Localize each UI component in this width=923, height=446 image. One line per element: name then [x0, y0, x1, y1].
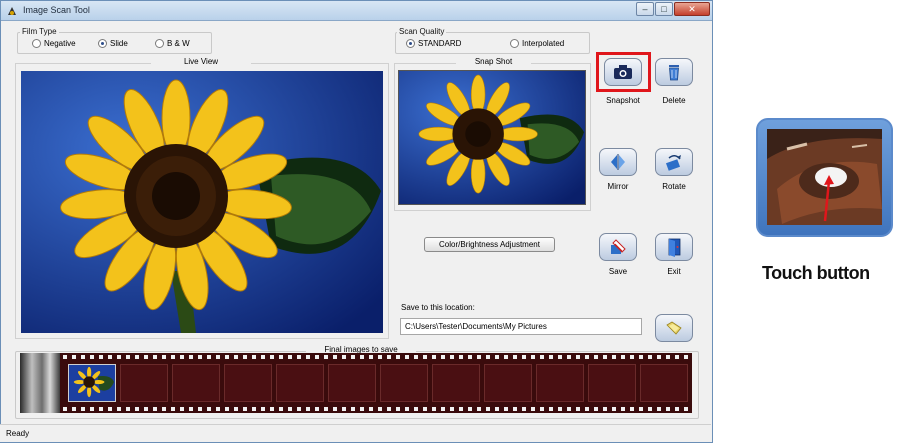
folder-icon [666, 321, 682, 335]
save-icon [611, 239, 626, 254]
save-button[interactable] [599, 233, 637, 261]
touch-button-photo [767, 129, 882, 225]
rotate-icon [665, 155, 681, 171]
film-frame-3[interactable] [172, 364, 220, 402]
mirror-label: Mirror [607, 182, 629, 191]
sunflower-thumbnail [399, 71, 585, 204]
camera-icon [614, 65, 632, 79]
rotate-label: Rotate [662, 182, 686, 191]
radio-label: Slide [110, 39, 128, 48]
delete-button[interactable] [655, 58, 693, 86]
scan-quality-standard-radio[interactable]: STANDARD [406, 39, 461, 48]
film-type-label: Film Type [20, 27, 59, 36]
rotate-button[interactable] [655, 148, 693, 176]
trash-icon [669, 65, 679, 81]
radio-indicator [32, 39, 41, 48]
film-frame-7[interactable] [380, 364, 428, 402]
film-type-negative-radio[interactable]: Negative [32, 39, 76, 48]
radio-label: B & W [167, 39, 190, 48]
film-strip [20, 353, 692, 413]
touch-button-caption: Touch button [762, 263, 870, 283]
snapshot-label: Snapshot [606, 96, 640, 105]
sprocket-holes-top [54, 355, 690, 359]
close-button[interactable]: ✕ [674, 2, 710, 16]
delete-label: Delete [662, 96, 686, 105]
radio-indicator [155, 39, 164, 48]
film-type-bw-radio[interactable]: B & W [155, 39, 190, 48]
sprocket-holes-bottom [54, 407, 690, 411]
color-brightness-button[interactable]: Color/Brightness Adjustment [424, 237, 555, 252]
touch-button-photo-frame [756, 118, 893, 237]
save-location-path[interactable]: C:\Users\Tester\Documents\My Pictures [400, 318, 642, 335]
snap-shot-label: Snap Shot [456, 57, 531, 66]
mirror-button[interactable] [599, 148, 637, 176]
radio-label: STANDARD [418, 39, 462, 48]
scan-quality-label: Scan Quality [397, 27, 447, 36]
browse-folder-button[interactable] [655, 314, 693, 342]
radio-label: Negative [44, 39, 76, 48]
film-frame-2[interactable] [120, 364, 168, 402]
film-frame-5[interactable] [276, 364, 324, 402]
mirror-icon [611, 154, 625, 170]
film-frame-12[interactable] [640, 364, 688, 402]
radio-label: Interpolated [522, 39, 565, 48]
film-frame-9[interactable] [484, 364, 532, 402]
film-type-slide-radio[interactable]: Slide [98, 39, 128, 48]
radio-indicator [98, 39, 107, 48]
live-view-label: Live View [151, 57, 251, 66]
title-bar: Image Scan Tool – □ ✕ [1, 1, 712, 21]
minimize-button[interactable]: – [636, 2, 654, 16]
film-frame-4[interactable] [224, 364, 272, 402]
radio-indicator [406, 39, 415, 48]
exit-button[interactable] [655, 233, 693, 261]
sunflower-frame-thumbnail [69, 365, 115, 401]
film-frame-10[interactable] [536, 364, 584, 402]
film-frame-8[interactable] [432, 364, 480, 402]
scan-quality-interpolated-radio[interactable]: Interpolated [510, 39, 564, 48]
film-frame-11[interactable] [588, 364, 636, 402]
film-frame-1[interactable] [68, 364, 116, 402]
snapshot-button[interactable] [604, 58, 642, 86]
exit-label: Exit [667, 267, 681, 276]
save-label: Save [608, 267, 628, 276]
live-view-image [21, 71, 383, 333]
sunflower-image [21, 71, 383, 333]
maximize-button[interactable]: □ [655, 2, 673, 16]
status-text: Ready [6, 429, 30, 438]
window-title: Image Scan Tool [23, 5, 90, 15]
save-location-label: Save to this location: [401, 303, 475, 312]
radio-indicator [510, 39, 519, 48]
scanner-touch-button-image [767, 129, 882, 225]
film-frame-6[interactable] [328, 364, 376, 402]
status-bar: Ready [0, 424, 711, 442]
exit-icon [668, 238, 681, 257]
app-icon [8, 7, 16, 15]
film-roll [20, 353, 60, 413]
snap-shot-image [398, 70, 586, 205]
